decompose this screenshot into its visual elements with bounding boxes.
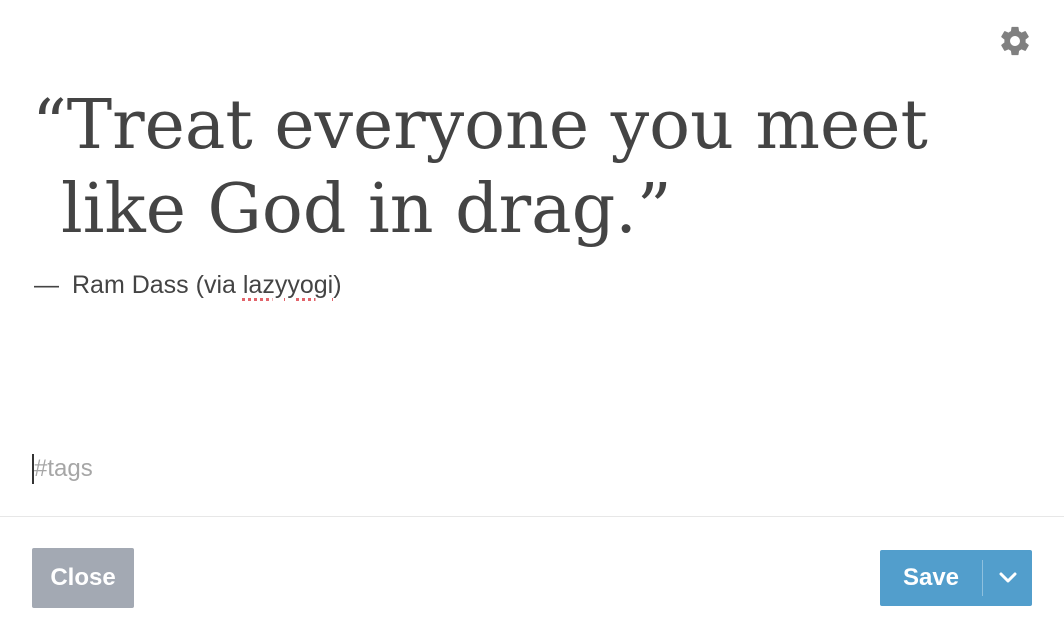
source-prefix: Ram Dass (via: [72, 271, 243, 299]
source-link[interactable]: lazyyogi: [243, 271, 333, 299]
save-button[interactable]: Save: [880, 550, 982, 606]
post-editor: “Treat everyone you meet like God in dra…: [0, 0, 1064, 634]
chevron-down-icon: [999, 572, 1016, 583]
settings-button[interactable]: [996, 22, 1034, 60]
quote-source[interactable]: — Ram Dass (via lazyyogi): [34, 268, 342, 302]
save-options-button[interactable]: [983, 550, 1032, 606]
tags-input[interactable]: #tags: [32, 452, 632, 486]
quote-text[interactable]: “Treat everyone you meet like God in dra…: [32, 84, 1022, 252]
gear-icon: [1001, 26, 1029, 56]
footer-divider: [0, 516, 1064, 517]
save-button-group: Save: [880, 550, 1032, 606]
tags-placeholder: #tags: [34, 455, 93, 482]
close-button[interactable]: Close: [32, 548, 134, 608]
source-suffix: ): [333, 271, 342, 299]
source-dash: —: [34, 271, 59, 299]
